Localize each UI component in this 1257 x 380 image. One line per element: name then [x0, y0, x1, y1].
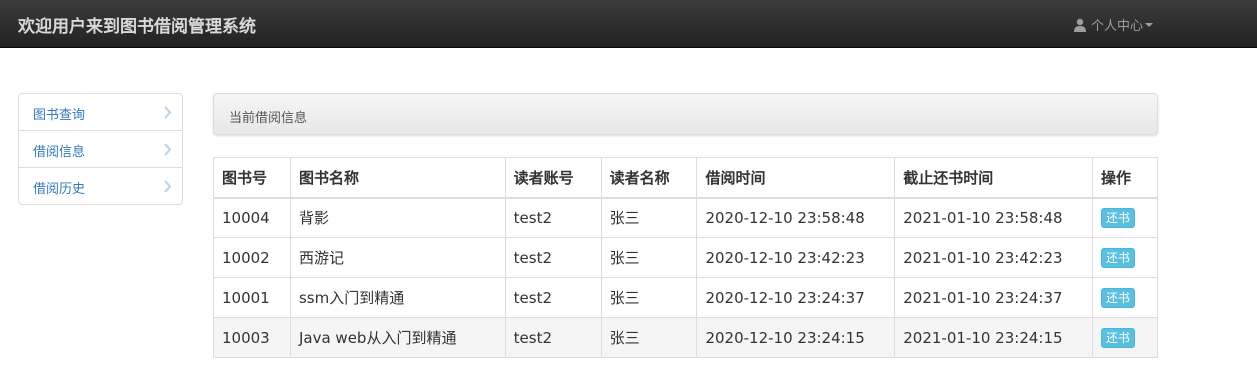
cell-action: 还书	[1092, 237, 1158, 278]
sidebar-item-label: 借阅历史	[33, 182, 86, 197]
cell-action: 还书	[1092, 197, 1158, 238]
cell-action: 还书	[1092, 277, 1158, 318]
cell-reader-account: test2	[504, 277, 602, 318]
cell-borrow-time: 2020-12-10 23:24:37	[696, 277, 896, 318]
cell-action: 还书	[1092, 317, 1158, 358]
table-row: 10002 西游记 test2 张三 2020-12-10 23:42:23 2…	[213, 237, 1158, 278]
cell-book-title: 西游记	[289, 237, 506, 278]
table-row: 10003 Java web从入门到精通 test2 张三 2020-12-10…	[213, 317, 1158, 358]
header-reader-account: 读者账号	[504, 157, 602, 199]
cell-book-title: ssm入门到精通	[289, 277, 506, 318]
cell-due-time: 2021-01-10 23:58:48	[894, 197, 1094, 238]
header-reader-name: 读者名称	[600, 157, 698, 199]
cell-due-time: 2021-01-10 23:42:23	[894, 237, 1094, 278]
table-row: 10001 ssm入门到精通 test2 张三 2020-12-10 23:24…	[213, 277, 1158, 318]
sidebar-item-borrow-history[interactable]: 借阅历史	[19, 168, 182, 205]
chevron-right-icon	[164, 143, 172, 156]
return-book-button[interactable]: 还书	[1101, 247, 1136, 268]
return-book-button[interactable]: 还书	[1101, 327, 1136, 348]
table-row: 10004 背影 test2 张三 2020-12-10 23:58:48 20…	[213, 197, 1158, 238]
table-header-row: 图书号 图书名称 读者账号 读者名称 借阅时间 截止还书时间 操作	[213, 157, 1158, 199]
cell-due-time: 2021-01-10 23:24:15	[894, 317, 1094, 358]
sidebar-item-borrow-info[interactable]: 借阅信息	[19, 131, 182, 168]
cell-book-id: 10002	[213, 237, 291, 278]
cell-reader-account: test2	[504, 237, 602, 278]
header-book-id: 图书号	[213, 157, 291, 199]
chevron-right-icon	[164, 180, 172, 193]
cell-reader-name: 张三	[600, 317, 698, 358]
header-book-title: 图书名称	[289, 157, 506, 199]
sidebar-item-label: 借阅信息	[33, 145, 86, 160]
app-title[interactable]: 欢迎用户来到图书借阅管理系统	[18, 12, 256, 37]
panel-title: 当前借阅信息	[213, 93, 1158, 135]
cell-borrow-time: 2020-12-10 23:42:23	[696, 237, 896, 278]
cell-reader-account: test2	[504, 317, 602, 358]
cell-book-id: 10003	[213, 317, 291, 358]
cell-borrow-time: 2020-12-10 23:24:15	[696, 317, 896, 358]
return-book-button[interactable]: 还书	[1101, 287, 1136, 308]
caret-down-icon	[1145, 22, 1154, 27]
cell-borrow-time: 2020-12-10 23:58:48	[696, 197, 896, 238]
cell-book-title: 背影	[289, 197, 506, 238]
return-book-button[interactable]: 还书	[1101, 207, 1136, 228]
cell-book-id: 10001	[213, 277, 291, 318]
sidebar-item-book-search[interactable]: 图书查询	[19, 94, 182, 131]
sidebar-menu: 图书查询 借阅信息 借阅历史	[18, 93, 183, 205]
user-center-menu[interactable]: 个人中心	[1073, 15, 1154, 34]
header-action: 操作	[1092, 157, 1158, 199]
cell-reader-account: test2	[504, 197, 602, 238]
cell-book-id: 10004	[213, 197, 291, 238]
top-navbar: 欢迎用户来到图书借阅管理系统 个人中心	[0, 0, 1257, 48]
user-center-label: 个人中心	[1091, 19, 1144, 34]
cell-book-title: Java web从入门到精通	[289, 317, 506, 358]
chevron-right-icon	[164, 106, 172, 119]
cell-reader-name: 张三	[600, 277, 698, 318]
header-borrow-time: 借阅时间	[696, 157, 896, 199]
cell-reader-name: 张三	[600, 197, 698, 238]
borrow-table: 图书号 图书名称 读者账号 读者名称 借阅时间 截止还书时间 操作 10004 …	[213, 157, 1158, 358]
header-due-time: 截止还书时间	[894, 157, 1094, 199]
cell-reader-name: 张三	[600, 237, 698, 278]
sidebar-item-label: 图书查询	[33, 108, 86, 123]
cell-due-time: 2021-01-10 23:24:37	[894, 277, 1094, 318]
user-icon	[1074, 18, 1086, 32]
